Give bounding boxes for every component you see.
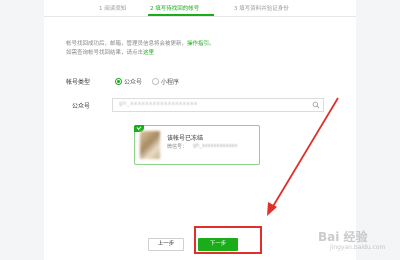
avatar: [140, 131, 160, 159]
account-id-value: gh_xxxxxxxxxxxx: [193, 143, 238, 149]
watermark-logo: Bai 经验: [318, 230, 368, 244]
watermark-url: jingyan.baidu.com: [330, 244, 386, 251]
radio-mini-program-label[interactable]: 小程序: [161, 77, 179, 86]
result-query-link[interactable]: 这里: [143, 50, 154, 56]
notice-line-1-text: 帐号找回成功后，邮箱，管理员信息将会被更新，: [66, 41, 188, 47]
search-value: gh_xxxxxxxxxxxxxxxxxx: [119, 101, 198, 107]
radio-mini-program[interactable]: [152, 78, 159, 85]
annotation-highlight-box: [194, 226, 262, 254]
notice-line-1-end: 。: [209, 41, 215, 47]
step-indicator: 1 阅读须知 2 填写待找回的帐号 3 填写资料并验证身份: [44, 0, 356, 17]
arrow-shaft: [271, 97, 339, 209]
radio-official-account-label[interactable]: 公众号: [124, 77, 142, 86]
account-result-card[interactable]: 该帐号已冻结 微信号： gh_xxxxxxxxxxxx: [134, 125, 260, 165]
account-name: 该帐号已冻结: [167, 135, 204, 142]
notice-text: 帐号找回成功后，邮箱，管理员信息将会被更新，操作指引。 如需查询帐号找回结果，请…: [66, 40, 215, 58]
guide-link[interactable]: 操作指引: [187, 41, 209, 47]
left-gutter: [0, 0, 44, 260]
search-icon[interactable]: [312, 101, 320, 109]
account-search-input[interactable]: gh_xxxxxxxxxxxxxxxxxx: [112, 98, 324, 112]
step-2-active: 2 填写待找回的帐号: [150, 6, 200, 12]
step-3: 3 填写资料并验证身份: [234, 6, 289, 12]
radio-official-account[interactable]: [115, 78, 122, 85]
account-type-label: 帐号类型: [66, 79, 91, 86]
notice-line-2: 如需查询帐号找回结果，请点击这里: [66, 49, 215, 58]
step-1: 1 阅读须知: [99, 6, 127, 12]
right-gutter: [356, 0, 400, 260]
active-step-underline: [148, 14, 214, 16]
account-id-label: 微信号：: [167, 144, 188, 150]
prev-step-button[interactable]: 上一步: [148, 238, 184, 251]
notice-line-1: 帐号找回成功后，邮箱，管理员信息将会被更新，操作指引。: [66, 40, 215, 49]
arrow-head: [267, 202, 277, 216]
notice-line-2-text: 如需查询帐号找回结果，请点击: [66, 50, 144, 56]
search-label: 公众号: [72, 103, 91, 110]
page: 1 阅读须知 2 填写待找回的帐号 3 填写资料并验证身份 帐号找回成功后，邮箱…: [0, 0, 400, 260]
